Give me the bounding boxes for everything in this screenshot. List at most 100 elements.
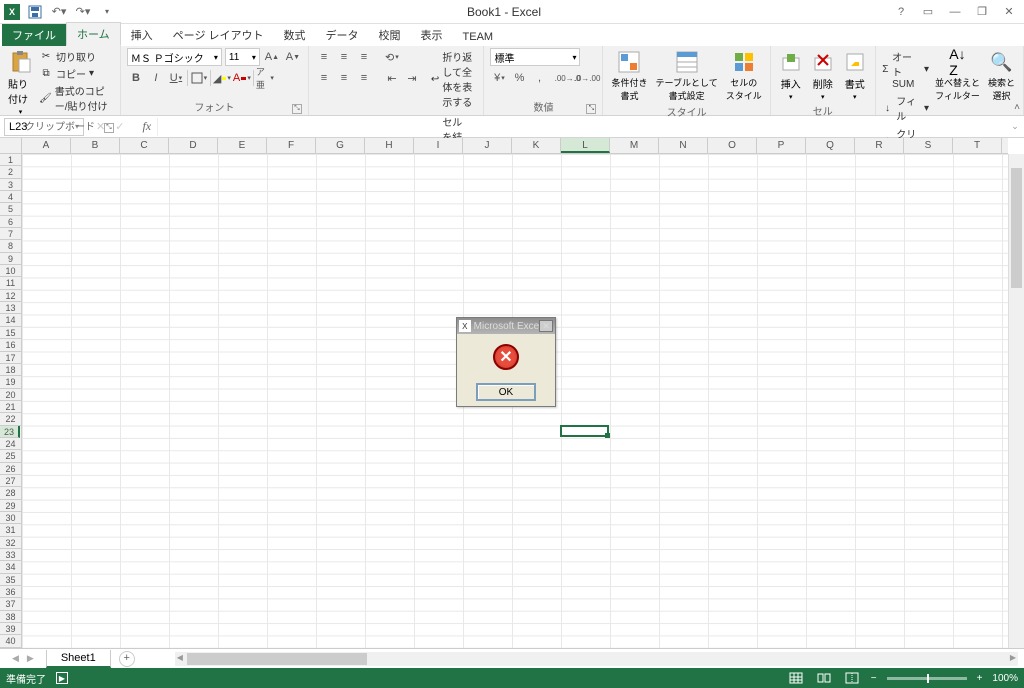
close-button[interactable]: ✕ <box>996 2 1022 22</box>
new-sheet-button[interactable]: + <box>119 651 135 667</box>
row-header[interactable]: 19 <box>0 376 21 388</box>
row-header[interactable]: 29 <box>0 500 21 512</box>
align-top-button[interactable]: ≡ <box>315 48 333 66</box>
fill-color-button[interactable]: ◢ <box>213 69 231 87</box>
row-header[interactable]: 14 <box>0 314 21 326</box>
tab-file[interactable]: ファイル <box>2 24 66 46</box>
column-header[interactable]: D <box>169 138 218 153</box>
number-launcher[interactable]: ⤡ <box>586 104 596 114</box>
decrease-font-button[interactable]: A▼ <box>284 48 302 66</box>
row-header[interactable]: 34 <box>0 561 21 573</box>
accounting-format-button[interactable]: ¥ <box>490 69 508 87</box>
row-header[interactable]: 3 <box>0 179 21 191</box>
format-as-table-button[interactable]: テーブルとして 書式設定 <box>654 48 720 104</box>
page-break-view-button[interactable] <box>843 671 861 685</box>
insert-cells-button[interactable]: 挿入▾ <box>777 48 805 103</box>
comma-button[interactable]: , <box>530 69 548 87</box>
align-center-button[interactable]: ≡ <box>335 69 353 87</box>
zoom-out-button[interactable]: − <box>871 673 877 684</box>
clipboard-launcher[interactable]: ⤡ <box>104 123 114 133</box>
cell-styles-button[interactable]: セルの スタイル <box>724 48 764 104</box>
column-header[interactable]: R <box>855 138 904 153</box>
column-header[interactable]: B <box>71 138 120 153</box>
column-header[interactable]: N <box>659 138 708 153</box>
row-header[interactable]: 16 <box>0 339 21 351</box>
percent-button[interactable]: % <box>510 69 528 87</box>
autosum-button[interactable]: Σオート SUM ▾ <box>882 48 929 91</box>
macro-record-icon[interactable]: ▶ <box>56 672 68 684</box>
wrap-text-button[interactable]: ↩折り返して全体を表示する <box>431 48 478 110</box>
enter-formula-button[interactable]: ✓ <box>115 120 124 133</box>
select-all-corner[interactable] <box>0 138 22 154</box>
bold-button[interactable]: B <box>127 69 145 87</box>
font-launcher[interactable]: ⤡ <box>292 104 302 114</box>
row-header[interactable]: 23 <box>0 426 20 438</box>
align-left-button[interactable]: ≡ <box>315 69 333 87</box>
sheet-tab[interactable]: Sheet1 <box>46 650 111 668</box>
column-header[interactable]: S <box>904 138 953 153</box>
dialog-ok-button[interactable]: OK <box>476 383 536 401</box>
normal-view-button[interactable] <box>787 671 805 685</box>
save-button[interactable] <box>26 3 44 21</box>
column-header[interactable]: G <box>316 138 365 153</box>
tab-home[interactable]: ホーム <box>66 22 121 46</box>
vertical-scrollbar[interactable] <box>1008 154 1024 648</box>
cut-button[interactable]: ✂切り取り <box>39 48 114 65</box>
row-header[interactable]: 13 <box>0 302 21 314</box>
format-painter-button[interactable]: 🖌書式のコピー/貼り付け <box>39 82 114 114</box>
row-header[interactable]: 4 <box>0 191 21 203</box>
number-format-combo[interactable]: 標準▾ <box>490 48 580 66</box>
decrease-indent-button[interactable]: ⇤ <box>383 69 401 87</box>
formula-input[interactable] <box>157 118 1006 136</box>
row-header[interactable]: 8 <box>0 240 21 252</box>
sheet-nav-prev[interactable]: ◀ <box>12 653 19 664</box>
row-header[interactable]: 24 <box>0 438 21 450</box>
increase-indent-button[interactable]: ⇥ <box>403 69 421 87</box>
row-header[interactable]: 10 <box>0 265 21 277</box>
column-header[interactable]: H <box>365 138 414 153</box>
row-header[interactable]: 37 <box>0 598 21 610</box>
zoom-slider[interactable] <box>887 677 967 680</box>
column-header[interactable]: F <box>267 138 316 153</box>
row-header[interactable]: 26 <box>0 463 21 475</box>
column-header[interactable]: C <box>120 138 169 153</box>
decrease-decimal-button[interactable]: .0→.00 <box>578 69 596 87</box>
font-size-combo[interactable]: 11▾ <box>225 48 260 66</box>
font-name-combo[interactable]: ＭＳ Ｐゴシック▾ <box>127 48 222 66</box>
sheet-nav-next[interactable]: ▶ <box>27 653 34 664</box>
row-header[interactable]: 2 <box>0 166 21 178</box>
tab-formulas[interactable]: 数式 <box>274 24 316 46</box>
row-header[interactable]: 32 <box>0 537 21 549</box>
row-header[interactable]: 27 <box>0 475 21 487</box>
delete-cells-button[interactable]: 削除▾ <box>809 48 837 103</box>
paste-button[interactable]: 貼り付け ▾ <box>6 48 35 118</box>
tab-team[interactable]: TEAM <box>453 28 504 46</box>
column-header[interactable]: O <box>708 138 757 153</box>
row-header[interactable]: 25 <box>0 450 21 462</box>
column-header[interactable]: M <box>610 138 659 153</box>
undo-button[interactable]: ↶▾ <box>50 3 68 21</box>
tab-insert[interactable]: 挿入 <box>121 24 163 46</box>
conditional-format-button[interactable]: 条件付き 書式 <box>609 48 649 104</box>
orientation-button[interactable]: ⟲ <box>383 48 401 66</box>
format-cells-button[interactable]: 書式▾ <box>841 48 869 103</box>
row-header[interactable]: 40 <box>0 635 21 647</box>
font-color-button[interactable]: A <box>233 69 251 87</box>
page-layout-view-button[interactable] <box>815 671 833 685</box>
zoom-in-button[interactable]: + <box>977 673 983 684</box>
dialog-close-button[interactable]: ✕ <box>539 320 553 332</box>
row-header[interactable]: 20 <box>0 389 21 401</box>
row-header[interactable]: 22 <box>0 413 21 425</box>
qat-customize-icon[interactable]: ▾ <box>98 3 116 21</box>
row-header[interactable]: 5 <box>0 203 21 215</box>
row-header[interactable]: 31 <box>0 524 21 536</box>
column-header[interactable]: T <box>953 138 1002 153</box>
row-header[interactable]: 21 <box>0 401 21 413</box>
row-header[interactable]: 30 <box>0 512 21 524</box>
align-middle-button[interactable]: ≡ <box>335 48 353 66</box>
underline-button[interactable]: U <box>167 69 185 87</box>
column-header[interactable]: P <box>757 138 806 153</box>
copy-button[interactable]: ⧉コピー ▾ <box>39 65 114 82</box>
horizontal-scrollbar[interactable]: ◀▶ <box>175 652 1018 666</box>
redo-button[interactable]: ↷▾ <box>74 3 92 21</box>
